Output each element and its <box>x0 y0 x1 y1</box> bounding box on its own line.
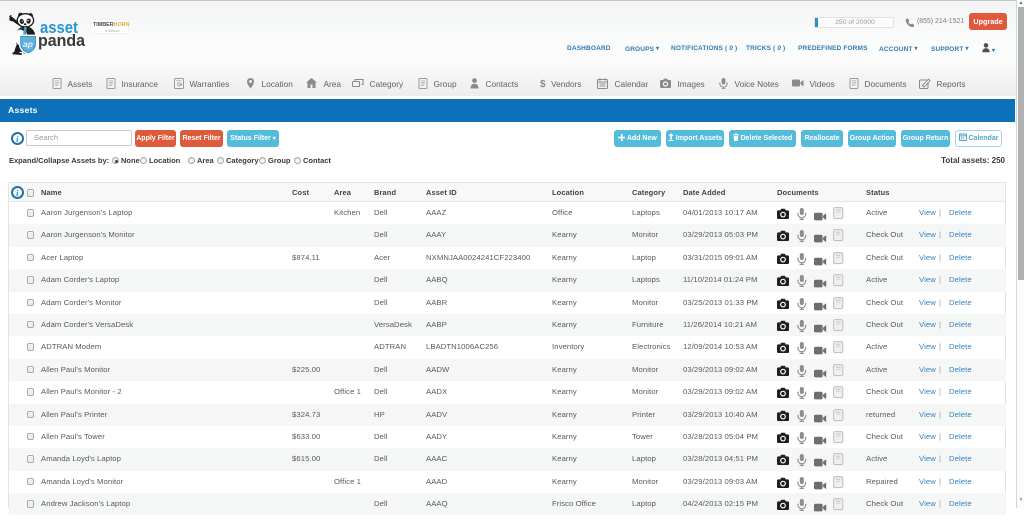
svg-text:panda: panda <box>38 31 86 50</box>
svg-text:ap: ap <box>23 39 33 49</box>
